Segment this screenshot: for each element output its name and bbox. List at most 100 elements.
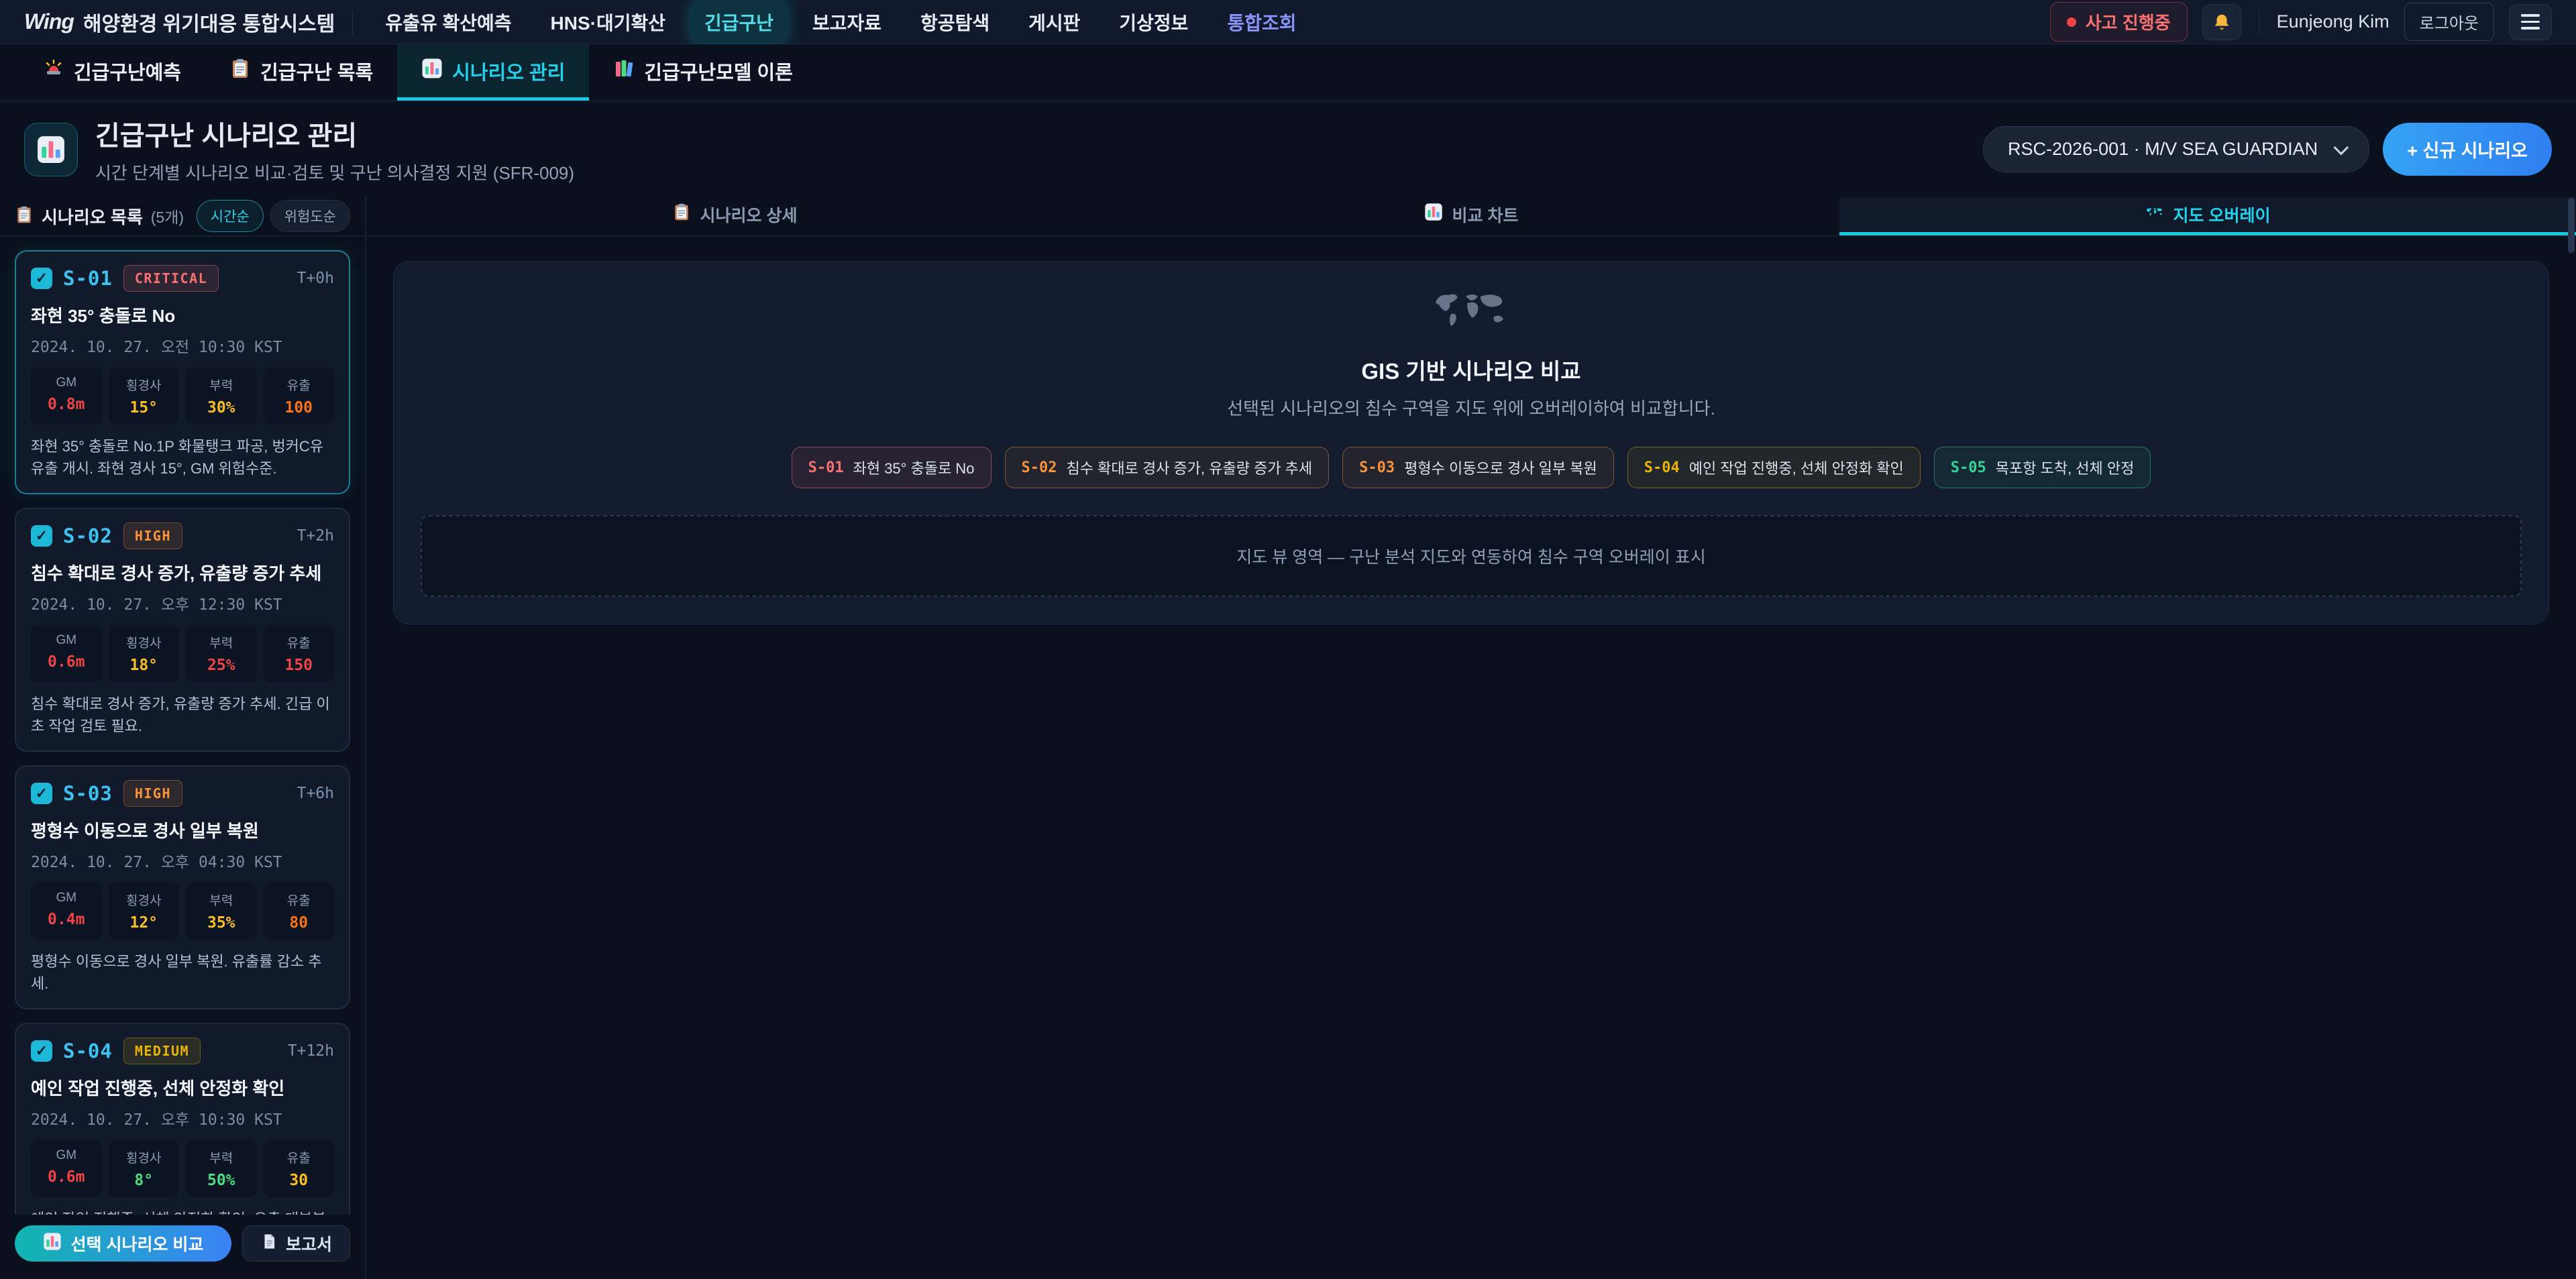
- scenario-description: 예인 작업 진행중, 선체 안정화 확인. 유출 대부분 차단.: [31, 1208, 334, 1215]
- subtab-salvage-model-theory[interactable]: 긴급구난모델 이론: [589, 44, 817, 101]
- top-navbar: Wing 해양환경 위기대응 통합시스템 유출유 확산예측HNS·대기확산긴급구…: [0, 0, 2576, 44]
- sidebar-header: 시나리오 목록 (5개) 시간순 위험도순: [0, 197, 365, 237]
- metric-tile: 유출150: [264, 625, 335, 682]
- nav-item-oil-spill-forecast[interactable]: 유출유 확산예측: [370, 1, 526, 44]
- metric-tile: GM0.8m: [31, 368, 102, 425]
- metrics-grid: GM0.6m횡경사8°부력50%유출30: [31, 1140, 334, 1197]
- scenario-checkbox[interactable]: ✓: [31, 268, 52, 289]
- subtab-salvage-forecast[interactable]: 긴급구난예측: [19, 44, 205, 101]
- new-scenario-button[interactable]: + 신규 시나리오: [2383, 123, 2552, 176]
- nav-item-hns-air-dispersion[interactable]: HNS·대기확산: [536, 1, 680, 44]
- metric-value: 50%: [190, 1172, 253, 1189]
- sub-navbar: 긴급구난예측긴급구난 목록 시나리오 관리 긴급구난모델 이론: [0, 44, 2576, 102]
- menu-button[interactable]: [2509, 4, 2552, 40]
- sort-by-risk-button[interactable]: 위험도순: [270, 200, 350, 232]
- metric-value: 0.6m: [35, 653, 98, 671]
- metric-tile: 부력25%: [186, 625, 257, 682]
- compare-scenarios-button[interactable]: 선택 시나리오 비교: [15, 1225, 231, 1262]
- nav-item-report-data[interactable]: 보고자료: [798, 1, 896, 44]
- page-subtitle: 시간 단계별 시나리오 비교·검토 및 구난 의사결정 지원 (SFR-009): [95, 160, 574, 184]
- topnav-right: 사고 진행중 Eunjeong Kim 로그아웃: [2050, 2, 2552, 42]
- severity-badge: HIGH: [123, 522, 182, 549]
- metric-value: 30%: [190, 399, 253, 416]
- tab-compare-chart[interactable]: 비교 차트: [1103, 197, 1839, 235]
- metric-tile: GM0.6m: [31, 625, 102, 682]
- app-title: 해양환경 위기대응 통합시스템: [83, 7, 335, 37]
- bar-chart-icon: [421, 58, 443, 85]
- incident-select-value: RSC-2026-001 · M/V SEA GUARDIAN: [2008, 139, 2318, 160]
- report-button[interactable]: 보고서: [242, 1225, 350, 1262]
- scenario-chip-s-01[interactable]: S-01좌현 35° 충돌로 No: [792, 447, 991, 488]
- card-header: ✓S-01CRITICALT+0h: [31, 265, 334, 292]
- scenario-id: S-01: [63, 267, 113, 290]
- card-header: ✓S-03HIGHT+6h: [31, 780, 334, 807]
- metric-value: 18°: [113, 657, 176, 674]
- scenario-chip-s-05[interactable]: S-05 목포항 도착, 선체 안정: [1934, 447, 2151, 488]
- page-icon-box: [24, 123, 78, 176]
- clipboard-icon: [672, 203, 691, 226]
- divider: [352, 10, 353, 34]
- scenario-datetime: 2024. 10. 27. 오후 12:30 KST: [31, 592, 334, 614]
- scenario-chip-s-03[interactable]: S-03평형수 이동으로 경사 일부 복원: [1342, 447, 1614, 488]
- report-label: 보고서: [286, 1231, 332, 1256]
- subtab-salvage-list[interactable]: 긴급구난 목록: [205, 44, 397, 101]
- incident-status-badge[interactable]: 사고 진행중: [2050, 2, 2188, 42]
- subtab-label: 시나리오 관리: [452, 57, 565, 85]
- subtab-scenario-management[interactable]: 시나리오 관리: [397, 44, 589, 101]
- nav-item-weather-info[interactable]: 기상정보: [1104, 1, 1203, 44]
- logo-mark: Wing: [24, 9, 74, 34]
- chip-label: 침수 확대로 경사 증가, 유출량 증가 추세: [1067, 457, 1313, 478]
- metric-value: 100: [268, 399, 331, 416]
- scrollbar-thumb[interactable]: [2568, 198, 2575, 253]
- logout-button[interactable]: 로그아웃: [2404, 3, 2494, 41]
- time-offset: T+12h: [288, 1042, 334, 1060]
- scenario-card-s04[interactable]: ✓S-04MEDIUMT+12h예인 작업 진행중, 선체 안정화 확인2024…: [15, 1023, 350, 1215]
- main-tabs: 시나리오 상세비교 차트지도 오버레이: [366, 197, 2576, 237]
- card-header: ✓S-02HIGHT+2h: [31, 522, 334, 549]
- nav-item-emergency-salvage[interactable]: 긴급구난: [690, 1, 788, 44]
- metrics-grid: GM0.8m횡경사15°부력30%유출100: [31, 368, 334, 425]
- scenario-chip-s-02[interactable]: S-02 침수 확대로 경사 증가, 유출량 증가 추세: [1005, 447, 1330, 488]
- chip-label: 목포항 도착, 선체 안정: [1996, 457, 2135, 478]
- incident-select[interactable]: RSC-2026-001 · M/V SEA GUARDIAN: [1983, 126, 2369, 172]
- metric-label: 횡경사: [113, 891, 176, 909]
- time-offset: T+6h: [297, 785, 334, 802]
- metric-label: GM: [35, 376, 98, 390]
- metric-tile: 부력35%: [186, 883, 257, 940]
- page-title: 긴급구난 시나리오 관리: [95, 114, 574, 153]
- metric-value: 0.6m: [35, 1168, 98, 1186]
- chip-id: S-05: [1951, 459, 1986, 476]
- metric-value: 12°: [113, 914, 176, 932]
- scenario-chip-s-04[interactable]: S-04예인 작업 진행중, 선체 안정화 확인: [1627, 447, 1921, 488]
- scenario-checkbox[interactable]: ✓: [31, 1040, 52, 1062]
- metric-label: 부력: [190, 1148, 253, 1166]
- tab-map-overlay[interactable]: 지도 오버레이: [1839, 197, 2576, 235]
- main-nav: 유출유 확산예측HNS·대기확산긴급구난보고자료항공탐색게시판기상정보통합조회: [370, 1, 1311, 44]
- clipboard-icon: [15, 205, 34, 227]
- bar-chart-icon: [1424, 203, 1443, 226]
- scenario-card-s02[interactable]: ✓S-02HIGHT+2h침수 확대로 경사 증가, 유출량 증가 추세2024…: [15, 508, 350, 752]
- nav-item-board[interactable]: 게시판: [1014, 1, 1095, 44]
- metric-label: 유출: [268, 1148, 331, 1166]
- nav-item-integrated-search[interactable]: 통합조회: [1212, 1, 1311, 44]
- scenario-checkbox[interactable]: ✓: [31, 783, 52, 804]
- scenario-card-s01[interactable]: ✓S-01CRITICALT+0h좌현 35° 충돌로 No2024. 10. …: [15, 250, 350, 494]
- map-placeholder-text: 지도 뷰 영역 — 구난 분석 지도와 연동하여 침수 구역 오버레이 표시: [1236, 544, 1705, 568]
- scenario-count: (5개): [151, 205, 184, 227]
- document-icon: [260, 1233, 278, 1255]
- scenario-card-s03[interactable]: ✓S-03HIGHT+6h평형수 이동으로 경사 일부 복원2024. 10. …: [15, 765, 350, 1009]
- metrics-grid: GM0.4m횡경사12°부력35%유출80: [31, 883, 334, 940]
- chip-id: S-02: [1022, 459, 1057, 476]
- tab-scenario-detail[interactable]: 시나리오 상세: [366, 197, 1103, 235]
- sort-by-time-button[interactable]: 시간순: [197, 200, 264, 232]
- nav-item-aerial-search[interactable]: 항공탐색: [906, 1, 1004, 44]
- world-map-icon: [1431, 288, 1511, 335]
- chevron-down-icon: [2334, 140, 2349, 155]
- metric-tile: 유출30: [264, 1140, 335, 1197]
- page-header-actions: RSC-2026-001 · M/V SEA GUARDIAN + 신규 시나리…: [1983, 123, 2552, 176]
- notifications-button[interactable]: [2202, 4, 2241, 40]
- metric-tile: GM0.4m: [31, 883, 102, 940]
- subtab-label: 긴급구난모델 이론: [644, 57, 793, 85]
- scenario-checkbox[interactable]: ✓: [31, 525, 52, 547]
- bar-chart-icon: [43, 1232, 62, 1256]
